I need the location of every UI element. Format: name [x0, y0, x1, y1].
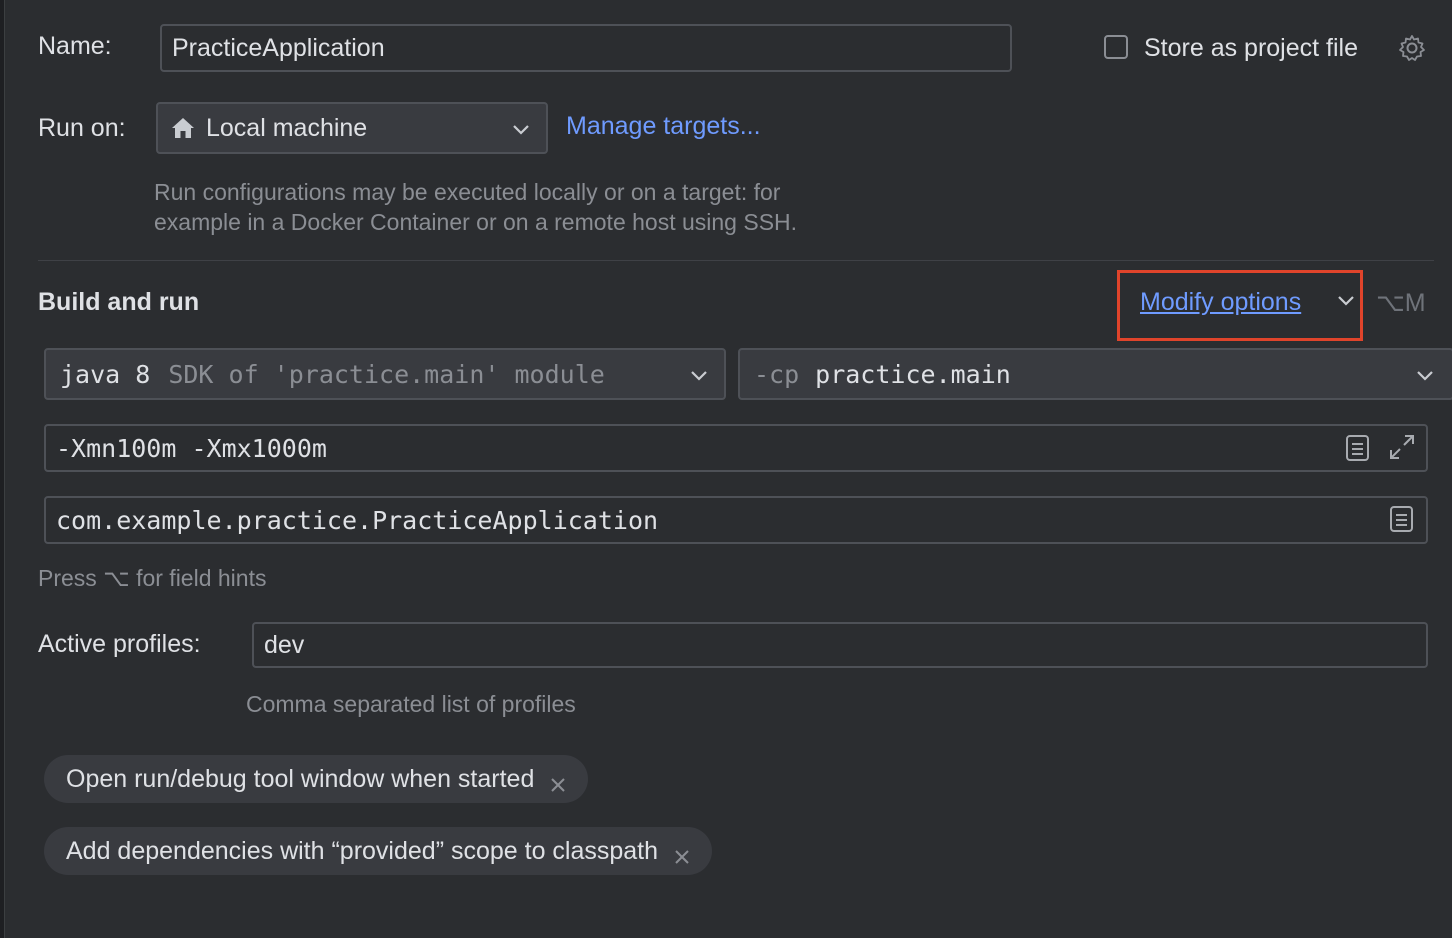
name-label: Name: [38, 32, 112, 60]
jre-secondary: SDK of 'practice.main' module [168, 359, 605, 389]
classpath-dropdown[interactable]: -cp practice.main [738, 348, 1452, 400]
run-on-hint-line1: Run configurations may be executed local… [154, 179, 781, 205]
run-on-hint-line2: example in a Docker Container or on a re… [154, 209, 798, 235]
run-on-label: Run on: [38, 114, 126, 142]
store-label[interactable]: Store as project file [1144, 34, 1358, 63]
chevron-down-icon [1417, 371, 1433, 381]
jre-main: java 8 [60, 359, 151, 389]
run-on-value: Local machine [206, 113, 368, 142]
vm-options-value: -Xmn100m -Xmx1000m [56, 433, 327, 463]
cp-prefix: -cp [754, 359, 800, 389]
chevron-down-icon [691, 371, 707, 381]
chevron-down-icon [513, 125, 529, 135]
run-on-dropdown[interactable]: Local machine [156, 102, 548, 154]
close-icon[interactable] [550, 771, 566, 792]
home-icon [170, 116, 196, 140]
jre-dropdown[interactable]: java 8 SDK of 'practice.main' module [44, 348, 726, 400]
section-separator [38, 260, 1434, 261]
active-profiles-label: Active profiles: [38, 630, 201, 658]
manage-targets-link[interactable]: Manage targets... [566, 112, 761, 141]
modify-options-chevron-icon[interactable] [1336, 294, 1356, 308]
vm-options-input[interactable]: -Xmn100m -Xmx1000m [44, 424, 1428, 472]
modify-options-shortcut: ⌥M [1376, 289, 1426, 317]
name-input-value: PracticeApplication [172, 33, 385, 62]
chip-label: Open run/debug tool window when started [66, 764, 535, 793]
chip-label: Add dependencies with “provided” scope t… [66, 836, 659, 865]
modify-options-link[interactable]: Modify options [1140, 288, 1301, 317]
field-hints-text: Press ⌥ for field hints [38, 565, 267, 591]
cp-value: practice.main [815, 359, 1011, 389]
option-chip-open-tool-window: Open run/debug tool window when started [44, 755, 589, 803]
close-icon[interactable] [674, 843, 690, 864]
maximize-icon[interactable] [1388, 433, 1416, 461]
left-panel-border [0, 0, 5, 938]
active-profiles-input[interactable]: dev [252, 622, 1428, 668]
store-checkbox[interactable] [1104, 35, 1128, 59]
option-chip-provided-scope: Add dependencies with “provided” scope t… [44, 827, 713, 875]
active-profiles-value: dev [264, 630, 305, 659]
expand-text-icon[interactable] [1388, 505, 1416, 533]
name-input[interactable]: PracticeApplication [160, 24, 1012, 72]
build-and-run-title: Build and run [38, 288, 200, 316]
main-class-value: com.example.practice.PracticeApplication [56, 505, 659, 535]
active-profiles-hint: Comma separated list of profiles [246, 691, 576, 717]
expand-text-icon[interactable] [1344, 434, 1372, 462]
gear-icon[interactable] [1397, 33, 1427, 63]
main-class-input[interactable]: com.example.practice.PracticeApplication [44, 496, 1428, 544]
